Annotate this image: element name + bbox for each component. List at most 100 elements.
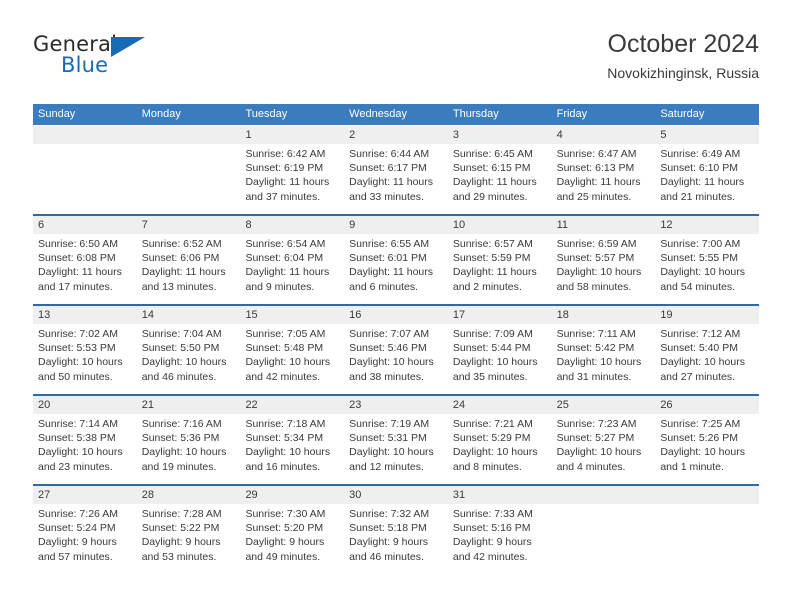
- sunset-time: Sunset: 6:10 PM: [660, 162, 738, 175]
- calendar-day-cell[interactable]: 4 Sunrise: 6:47 AM Sunset: 6:13 PM Daylight…: [551, 126, 656, 214]
- day-details: Sunrise: 7:21 AM Sunset: 5:29 PM Daylight:…: [448, 414, 552, 474]
- sunset-time: Sunset: 5:36 PM: [141, 432, 220, 445]
- sunrise-time: Sunrise: 6:57 AM: [452, 238, 533, 250]
- calendar-day-cell[interactable]: 3 Sunrise: 6:45 AM Sunset: 6:15 PM Daylight…: [447, 126, 552, 214]
- sunset-time: Sunset: 5:31 PM: [349, 432, 427, 445]
- calendar-day-cell[interactable]: 13 Sunrise: 7:02 AM Sunset: 5:53 PM Dayligh…: [33, 306, 137, 394]
- sunrise-time: Sunrise: 7:00 AM: [660, 238, 741, 250]
- calendar-day-cell[interactable]: 12 Sunrise: 7:00 AM Sunset: 5:55 PM Dayligh…: [655, 216, 760, 304]
- daylight-duration-line2: and 46 minutes.: [349, 550, 424, 563]
- day-number: [136, 126, 241, 144]
- daylight-duration-line1: Daylight: 10 hours: [556, 356, 642, 369]
- day-number: 26: [655, 396, 760, 414]
- daylight-duration-line2: and 21 minutes.: [660, 190, 736, 203]
- sunset-time: Sunset: 6:06 PM: [141, 252, 220, 265]
- calendar-day-cell[interactable]: 30 Sunrise: 7:32 AM Sunset: 5:18 PM Dayligh…: [344, 486, 448, 574]
- calendar-day-cell[interactable]: 18 Sunrise: 7:11 AM Sunset: 5:42 PM Dayligh…: [551, 306, 656, 394]
- sunset-time: Sunset: 5:20 PM: [245, 522, 324, 535]
- daylight-duration-line1: Daylight: 9 hours: [245, 536, 325, 549]
- calendar-day-cell[interactable]: 25 Sunrise: 7:23 AM Sunset: 5:27 PM Dayligh…: [551, 396, 656, 484]
- calendar-day-cell[interactable]: 21 Sunrise: 7:16 AM Sunset: 5:36 PM Dayligh…: [136, 396, 241, 484]
- sunset-time: Sunset: 5:57 PM: [556, 252, 635, 265]
- day-number: 10: [447, 216, 552, 234]
- sunrise-time: Sunrise: 6:44 AM: [349, 148, 430, 160]
- day-details: Sunrise: 6:59 AM Sunset: 5:57 PM Daylight:…: [552, 234, 656, 294]
- daylight-duration-line1: Daylight: 11 hours: [245, 266, 330, 279]
- weekday-header-friday: Friday: [556, 108, 588, 120]
- calendar-day-cell[interactable]: 28 Sunrise: 7:28 AM Sunset: 5:22 PM Dayligh…: [136, 486, 241, 574]
- daylight-duration-line2: and 58 minutes.: [556, 280, 632, 293]
- calendar-day-cell[interactable]: 9 Sunrise: 6:55 AM Sunset: 6:01 PM Daylight…: [344, 216, 448, 304]
- sunrise-time: Sunrise: 7:09 AM: [452, 328, 533, 340]
- daylight-duration-line2: and 54 minutes.: [660, 280, 736, 293]
- daylight-duration-line2: and 13 minutes.: [141, 280, 217, 293]
- calendar-day-cell[interactable]: 31 Sunrise: 7:33 AM Sunset: 5:16 PM Dayligh…: [447, 486, 552, 574]
- calendar-day-cell[interactable]: 11 Sunrise: 6:59 AM Sunset: 5:57 PM Dayligh…: [551, 216, 656, 304]
- sunrise-time: Sunrise: 6:45 AM: [452, 148, 533, 160]
- daylight-duration-line1: Daylight: 10 hours: [452, 356, 538, 369]
- daylight-duration-line2: and 46 minutes.: [141, 370, 217, 383]
- day-number: [33, 126, 137, 144]
- calendar-day-cell[interactable]: 2 Sunrise: 6:44 AM Sunset: 6:17 PM Daylight…: [344, 126, 448, 214]
- day-details: Sunrise: 7:18 AM Sunset: 5:34 PM Daylight:…: [240, 414, 344, 474]
- calendar-day-cell[interactable]: 24 Sunrise: 7:21 AM Sunset: 5:29 PM Dayligh…: [447, 396, 552, 484]
- day-number: [655, 486, 760, 504]
- calendar-day-cell[interactable]: 6 Sunrise: 6:50 AM Sunset: 6:08 PM Daylight…: [33, 216, 137, 304]
- weekday-header-tuesday: Tuesday: [245, 108, 288, 120]
- daylight-duration-line2: and 53 minutes.: [141, 550, 217, 563]
- day-details: Sunrise: 7:05 AM Sunset: 5:48 PM Daylight:…: [240, 324, 344, 384]
- calendar-day-cell[interactable]: 29 Sunrise: 7:30 AM Sunset: 5:20 PM Dayligh…: [240, 486, 345, 574]
- calendar-week-row: 27 Sunrise: 7:26 AM Sunset: 5:24 PM Dayligh…: [33, 484, 760, 574]
- day-number: 30: [344, 486, 448, 504]
- day-number: 7: [136, 216, 241, 234]
- day-details: Sunrise: 7:04 AM Sunset: 5:50 PM Daylight:…: [137, 324, 241, 384]
- daylight-duration-line1: Daylight: 10 hours: [38, 356, 123, 369]
- sunset-time: Sunset: 6:01 PM: [349, 252, 427, 265]
- day-details: Sunrise: 7:25 AM Sunset: 5:26 PM Daylight:…: [655, 414, 759, 474]
- calendar-day-cell[interactable]: 22 Sunrise: 7:18 AM Sunset: 5:34 PM Dayligh…: [240, 396, 345, 484]
- calendar-day-cell[interactable]: 15 Sunrise: 7:05 AM Sunset: 5:48 PM Dayligh…: [240, 306, 345, 394]
- calendar-day-cell[interactable]: 8 Sunrise: 6:54 AM Sunset: 6:04 PM Daylight…: [240, 216, 345, 304]
- sunrise-time: Sunrise: 6:59 AM: [556, 238, 637, 250]
- calendar-day-cell-empty: [551, 486, 656, 574]
- calendar-day-cell-empty: [655, 486, 760, 574]
- sunrise-time: Sunrise: 6:55 AM: [349, 238, 430, 250]
- calendar-day-cell[interactable]: 19 Sunrise: 7:12 AM Sunset: 5:40 PM Dayligh…: [655, 306, 760, 394]
- weekday-header-thursday: Thursday: [452, 108, 499, 120]
- calendar-day-cell[interactable]: 10 Sunrise: 6:57 AM Sunset: 5:59 PM Dayligh…: [447, 216, 552, 304]
- sunset-time: Sunset: 5:42 PM: [556, 342, 635, 355]
- calendar-day-cell[interactable]: 7 Sunrise: 6:52 AM Sunset: 6:06 PM Daylight…: [136, 216, 241, 304]
- calendar-day-cell[interactable]: 26 Sunrise: 7:25 AM Sunset: 5:26 PM Dayligh…: [655, 396, 760, 484]
- page-title: October 2024: [607, 30, 760, 58]
- calendar-day-cell[interactable]: 23 Sunrise: 7:19 AM Sunset: 5:31 PM Dayligh…: [344, 396, 448, 484]
- calendar-day-cell-empty: [136, 126, 241, 214]
- day-number: 8: [240, 216, 345, 234]
- calendar-day-cell[interactable]: 1 Sunrise: 6:42 AM Sunset: 6:19 PM Daylight…: [240, 126, 345, 214]
- calendar-day-cell[interactable]: 16 Sunrise: 7:07 AM Sunset: 5:46 PM Dayligh…: [344, 306, 448, 394]
- daylight-duration-line2: and 35 minutes.: [452, 370, 528, 383]
- daylight-duration-line1: Daylight: 10 hours: [556, 266, 642, 279]
- calendar-day-cell[interactable]: 27 Sunrise: 7:26 AM Sunset: 5:24 PM Dayligh…: [33, 486, 137, 574]
- calendar-day-cell[interactable]: 14 Sunrise: 7:04 AM Sunset: 5:50 PM Dayligh…: [136, 306, 241, 394]
- daylight-duration-line2: and 19 minutes.: [141, 460, 217, 473]
- page-subtitle: Novokizhinginsk, Russia: [607, 65, 759, 81]
- calendar-day-cell[interactable]: 20 Sunrise: 7:14 AM Sunset: 5:38 PM Dayligh…: [33, 396, 137, 484]
- day-number: 13: [33, 306, 137, 324]
- calendar-day-cell[interactable]: 5 Sunrise: 6:49 AM Sunset: 6:10 PM Daylight…: [655, 126, 760, 214]
- brand-logo[interactable]: General Blue: [33, 32, 163, 86]
- day-number: 22: [240, 396, 345, 414]
- daylight-duration-line1: Daylight: 11 hours: [349, 266, 434, 279]
- daylight-duration-line1: Daylight: 10 hours: [556, 446, 642, 459]
- daylight-duration-line1: Daylight: 10 hours: [660, 356, 745, 369]
- day-number: 1: [240, 126, 345, 144]
- daylight-duration-line1: Daylight: 10 hours: [660, 266, 745, 279]
- day-number: 5: [655, 126, 760, 144]
- sunset-time: Sunset: 5:29 PM: [452, 432, 531, 445]
- sunset-time: Sunset: 6:13 PM: [556, 162, 635, 175]
- calendar-day-cell[interactable]: 17 Sunrise: 7:09 AM Sunset: 5:44 PM Dayligh…: [447, 306, 552, 394]
- day-details: Sunrise: 7:12 AM Sunset: 5:40 PM Daylight:…: [655, 324, 759, 384]
- day-details: Sunrise: 7:32 AM Sunset: 5:18 PM Daylight:…: [344, 504, 448, 564]
- day-details: Sunrise: 7:00 AM Sunset: 5:55 PM Daylight:…: [655, 234, 759, 294]
- day-details: Sunrise: 7:16 AM Sunset: 5:36 PM Daylight:…: [137, 414, 241, 474]
- calendar-page: General Blue October 2024 Novokizhingins…: [0, 0, 792, 612]
